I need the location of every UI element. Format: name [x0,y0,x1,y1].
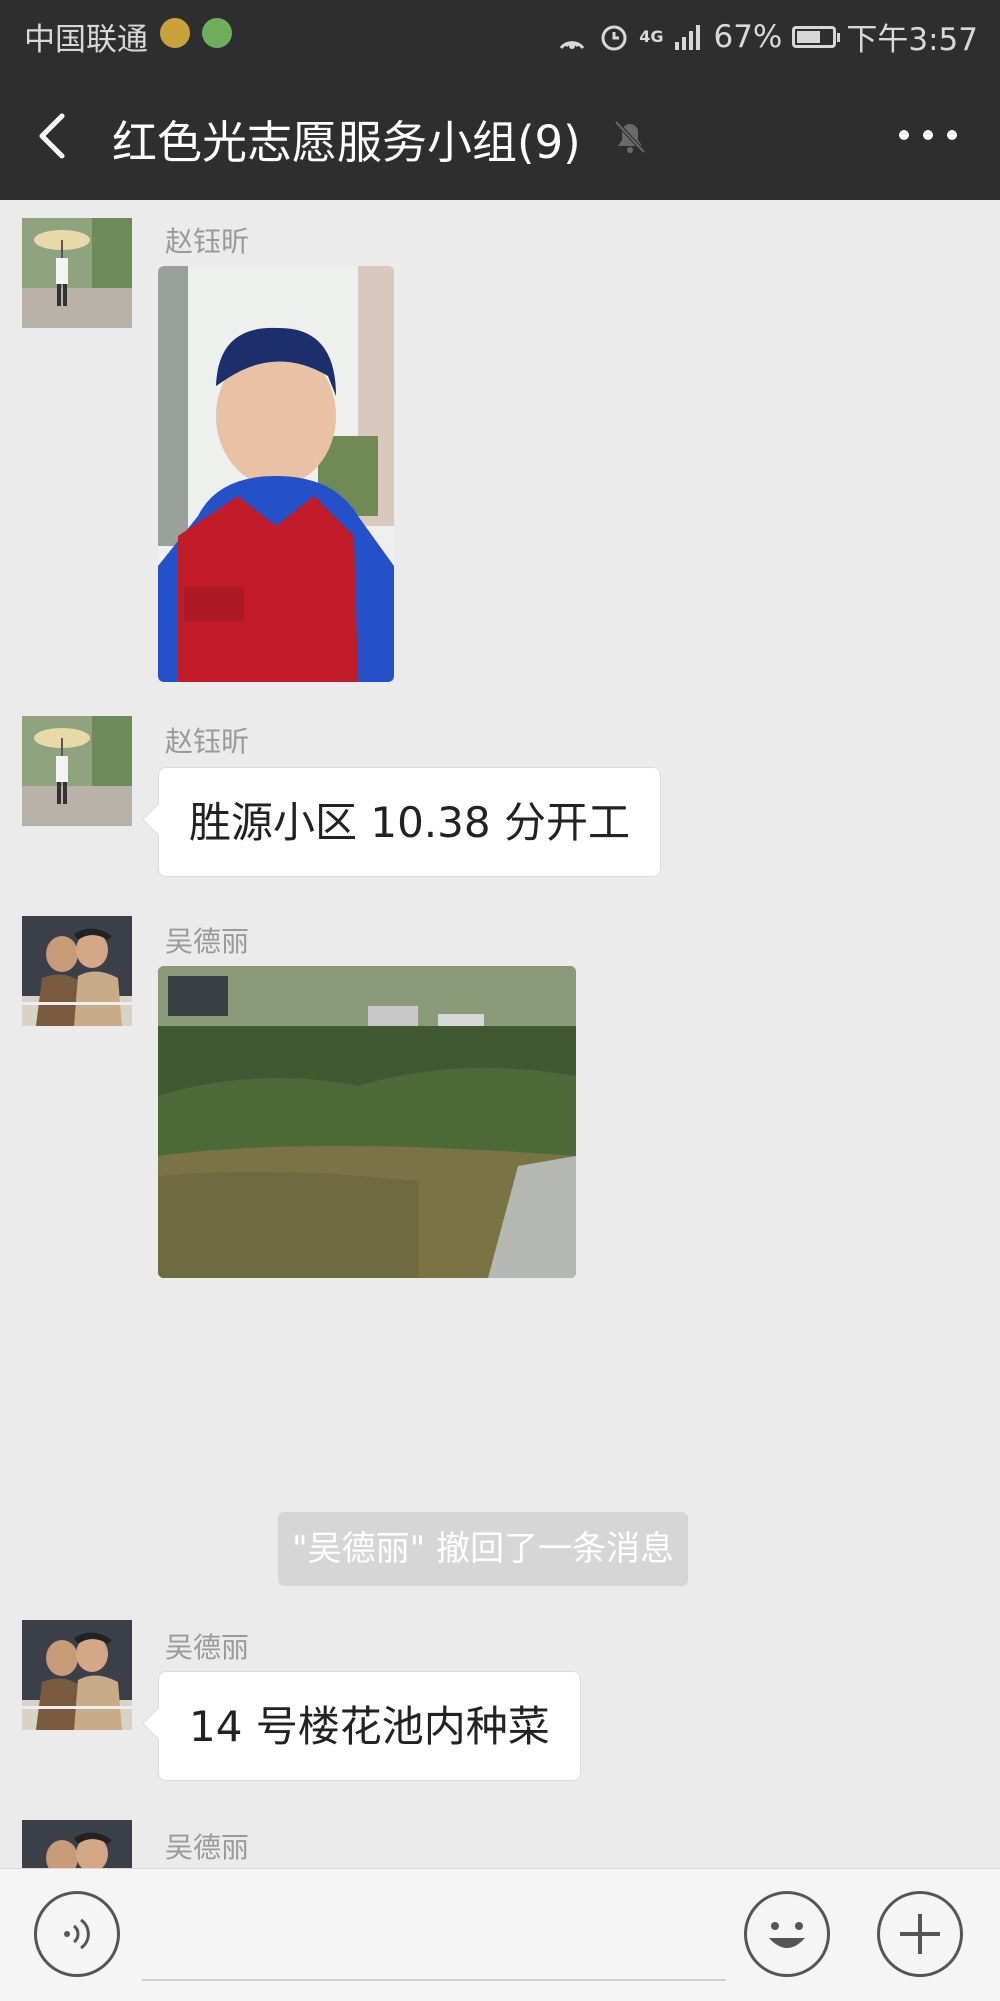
sender-name: 吴德丽 [165,1631,250,1664]
notification-icon [160,18,190,48]
battery-icon [792,25,841,48]
clock-time: 下午3:57 [846,22,978,58]
chat-message-list[interactable]: 赵钰昕 赵钰昕 胜源小区 10.38 分开工 吴德丽 "吴德丽" 撤回了一条消息… [0,200,1000,1868]
avatar[interactable] [22,218,132,328]
plus-icon[interactable] [877,1891,963,1977]
sender-name: 赵钰昕 [165,225,250,258]
back-arrow-icon[interactable] [30,108,80,164]
recall-notice: "吴德丽" 撤回了一条消息 [278,1512,689,1586]
message-input[interactable] [142,1891,726,1981]
image-message[interactable] [158,966,576,1278]
chat-title: 红色光志愿服务小组(9) [112,116,581,169]
avatar[interactable] [22,916,132,1026]
more-dots-icon[interactable] [896,120,960,150]
chat-input-bar [0,1868,1000,2001]
sender-name: 吴德丽 [165,925,250,958]
hotspot-icon [560,40,585,49]
alarm-icon [601,25,627,50]
image-message[interactable] [158,266,394,682]
avatar[interactable] [22,716,132,826]
voice-icon[interactable] [34,1891,120,1977]
battery-percent: 67% [713,18,783,55]
network-type-label: 4G [639,27,664,46]
sender-name: 吴德丽 [165,1831,250,1864]
status-bar: 中国联通 4G 67% 下午3:57 [0,0,1000,70]
emoji-icon[interactable] [744,1891,830,1977]
text-message-bubble[interactable]: 胜源小区 10.38 分开工 [158,767,661,877]
chat-header: 红色光志愿服务小组(9) [0,70,1000,200]
app-notification-icon [202,18,232,48]
signal-icon [675,24,701,50]
sender-name: 赵钰昕 [165,725,250,758]
avatar[interactable] [22,1620,132,1730]
mute-bell-icon [614,120,646,154]
text-message-bubble[interactable]: 14 号楼花池内种菜 [158,1671,581,1781]
carrier-label: 中国联通 [24,22,148,58]
avatar[interactable] [22,1820,132,1868]
